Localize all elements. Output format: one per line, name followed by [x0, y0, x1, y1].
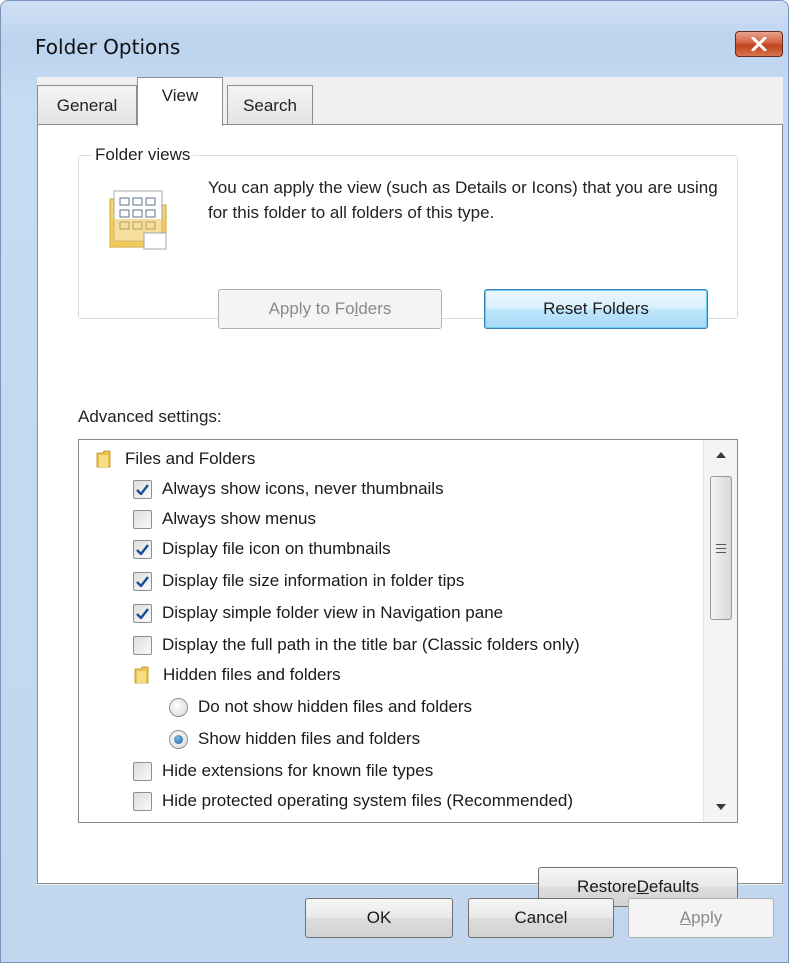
- view-tab-panel: Folder views You can apply the view (suc…: [37, 124, 783, 907]
- scroll-grip-icon: [716, 543, 726, 553]
- settings-row-label: Show hidden files and folders: [198, 729, 421, 748]
- settings-row-label: Hide protected operating system files (R…: [162, 791, 574, 810]
- settings-row[interactable]: Display simple folder view in Navigation…: [133, 598, 503, 628]
- ok-button[interactable]: OK: [305, 898, 453, 938]
- advanced-settings-list[interactable]: Files and Folders Always show icons, neve…: [78, 439, 738, 823]
- radio-dot-icon: [174, 734, 183, 744]
- restore-defaults-label-a: Restore: [577, 877, 637, 896]
- checkbox-checked[interactable]: [133, 603, 152, 623]
- dialog-client-area: General View Search Folder views You can…: [37, 77, 783, 907]
- reset-folders-button[interactable]: Reset Folders: [484, 289, 708, 329]
- checkbox-checked[interactable]: [133, 479, 152, 499]
- checkmark-icon: [136, 543, 149, 555]
- tab-general[interactable]: General: [37, 85, 137, 125]
- checkmark-icon: [136, 483, 149, 495]
- settings-row[interactable]: Hide protected operating system files (R…: [133, 786, 573, 816]
- settings-row-label: Display simple folder view in Navigation…: [162, 603, 504, 622]
- checkbox-checked[interactable]: [133, 571, 152, 591]
- tab-view[interactable]: View: [137, 77, 223, 126]
- scroll-up-icon: [716, 452, 726, 458]
- folder-icon: [96, 450, 111, 468]
- settings-row[interactable]: Show hidden files and folders: [169, 724, 420, 754]
- settings-row-label: Always show icons, never thumbnails: [162, 479, 444, 498]
- apply-to-folders-label-a: Apply to Fo: [268, 299, 355, 318]
- folder-views-legend: Folder views: [92, 145, 194, 165]
- checkbox-checked[interactable]: [133, 539, 152, 559]
- folder-views-description: You can apply the view (such as Details …: [208, 178, 718, 222]
- settings-row[interactable]: Display file icon on thumbnails: [133, 534, 391, 564]
- radio-selected[interactable]: [169, 729, 188, 749]
- title-bar[interactable]: Folder Options: [1, 1, 788, 71]
- tab-strip: General View Search: [37, 77, 783, 126]
- checkbox-unchecked[interactable]: [133, 635, 152, 655]
- settings-row[interactable]: Hidden files and folders: [133, 660, 341, 690]
- scroll-down-button[interactable]: [704, 792, 737, 822]
- advanced-settings-label: Advanced settings:: [78, 407, 222, 426]
- checkbox-unchecked[interactable]: [133, 761, 152, 781]
- restore-defaults-accel: D: [636, 877, 649, 896]
- apply-label: pply: [691, 908, 723, 927]
- settings-row-label: Display the full path in the title bar (…: [162, 635, 580, 654]
- checkmark-icon: [136, 575, 149, 587]
- settings-row-label: Always show menus: [162, 509, 317, 528]
- settings-row-label: Hide extensions for known file types: [162, 761, 434, 780]
- settings-row[interactable]: Always show menus: [133, 504, 316, 534]
- scroll-down-icon: [716, 804, 726, 810]
- checkbox-unchecked[interactable]: [133, 791, 152, 811]
- checkbox-unchecked[interactable]: [133, 509, 152, 529]
- settings-row[interactable]: Hide extensions for known file types: [133, 756, 433, 786]
- settings-row[interactable]: Display file size information in folder …: [133, 566, 464, 596]
- tab-search[interactable]: Search: [227, 85, 313, 125]
- cancel-button[interactable]: Cancel: [468, 898, 614, 938]
- settings-row[interactable]: Do not show hidden files and folders: [169, 692, 472, 722]
- close-icon: [751, 37, 767, 51]
- folder-view-icon: [109, 190, 167, 250]
- settings-row-label: Files and Folders: [125, 449, 256, 468]
- scroll-thumb[interactable]: [710, 476, 732, 620]
- settings-row-label: Display file size information in folder …: [162, 571, 465, 590]
- window-title: Folder Options: [35, 35, 181, 59]
- settings-row-label: Display file icon on thumbnails: [162, 539, 391, 558]
- settings-row[interactable]: Always show icons, never thumbnails: [133, 474, 444, 504]
- settings-row[interactable]: Files and Folders: [95, 444, 255, 474]
- restore-defaults-label-b: efaults: [648, 877, 699, 896]
- close-button[interactable]: [735, 31, 783, 57]
- scroll-up-button[interactable]: [704, 440, 737, 470]
- settings-row[interactable]: Display the full path in the title bar (…: [133, 630, 580, 660]
- apply-button[interactable]: Apply: [628, 898, 774, 938]
- folder-icon: [134, 666, 149, 684]
- apply-to-folders-label-b: ders: [358, 299, 392, 318]
- settings-row-label: Hidden files and folders: [163, 665, 341, 684]
- apply-to-folders-button[interactable]: Apply to Fo l ders: [218, 289, 442, 329]
- folder-options-window: Folder Options General View Search Folde…: [0, 0, 789, 963]
- apply-accel: A: [679, 908, 692, 927]
- vertical-scrollbar[interactable]: [703, 440, 737, 822]
- settings-row-label: Do not show hidden files and folders: [198, 697, 473, 716]
- radio-unselected[interactable]: [169, 697, 188, 717]
- checkmark-icon: [136, 607, 149, 619]
